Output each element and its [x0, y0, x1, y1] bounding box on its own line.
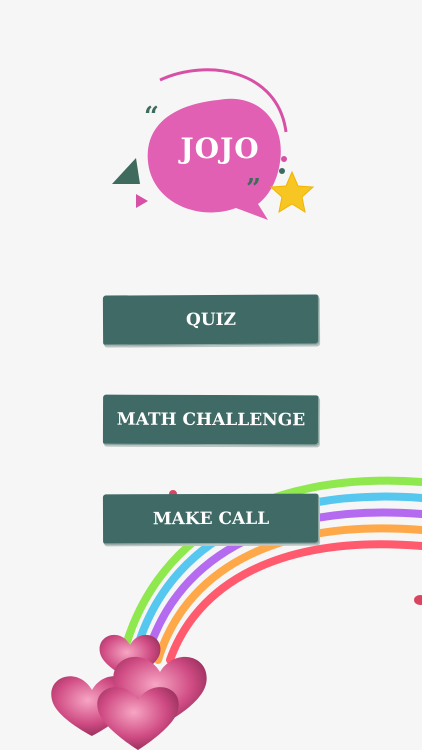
- app-logo: “ ” JOJO: [108, 62, 318, 242]
- logo-title: JOJO: [180, 132, 260, 165]
- star-icon: [269, 170, 315, 214]
- open-quote: “: [144, 102, 159, 132]
- triangle-icon: [112, 158, 140, 184]
- math-challenge-button-label: MATH CHALLENGE: [116, 409, 306, 431]
- make-call-button[interactable]: MAKE CALL: [102, 493, 320, 545]
- quiz-button[interactable]: QUIZ: [102, 294, 320, 346]
- make-call-button-label: MAKE CALL: [152, 508, 270, 530]
- close-quote: ”: [246, 174, 261, 204]
- quiz-button-label: QUIZ: [185, 309, 237, 331]
- hearts-decoration: [51, 634, 207, 750]
- math-challenge-button[interactable]: MATH CHALLENGE: [102, 394, 320, 446]
